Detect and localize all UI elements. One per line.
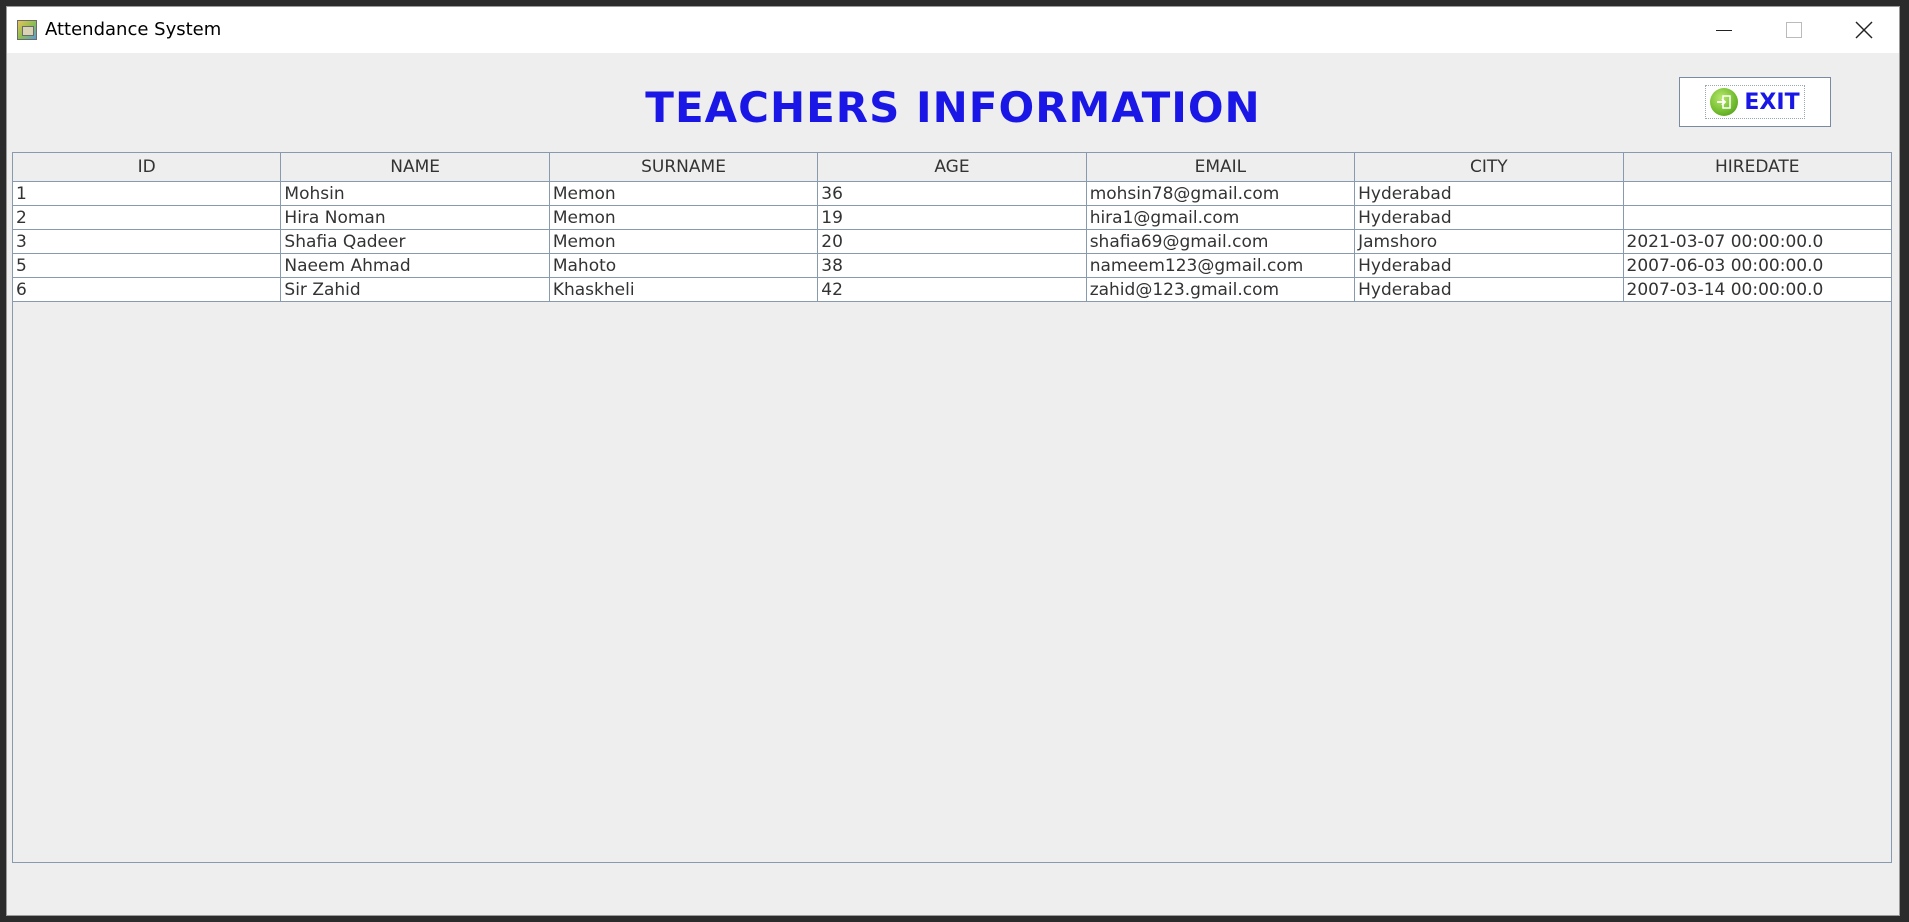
table-cell-city[interactable]: Hyderabad <box>1354 277 1624 302</box>
table-cell-surname[interactable]: Mahoto <box>548 253 819 278</box>
title-bar[interactable]: Attendance System <box>7 7 1899 53</box>
table-cell-id[interactable]: 1 <box>11 181 282 206</box>
exit-label: EXIT <box>1744 89 1800 115</box>
table-cell-hiredate[interactable]: 2007-06-03 00:00:00.0 <box>1622 253 1893 278</box>
column-header-name[interactable]: NAME <box>280 152 550 182</box>
table-cell-city[interactable]: Hyderabad <box>1354 181 1624 206</box>
table-cell-surname[interactable]: Memon <box>548 181 819 206</box>
table-cell-surname[interactable]: Khaskheli <box>548 277 819 302</box>
teachers-table-scrollpane[interactable]: ID NAME SURNAME AGE EMAIL CITY HIREDATE 1 Mohsi… <box>11 152 1893 863</box>
table-cell-email[interactable]: zahid@123.gmail.com <box>1085 277 1356 302</box>
column-header-hiredate[interactable]: HIREDATE <box>1622 152 1893 182</box>
table-cell-name[interactable]: Naeem Ahmad <box>280 253 550 278</box>
maximize-button[interactable] <box>1759 7 1829 53</box>
table-body: 1 Mohsin Memon 36 mohsin78@gmail.com Hyderaba… <box>11 181 1893 302</box>
column-header-id[interactable]: ID <box>11 152 282 182</box>
table-cell-id[interactable]: 5 <box>11 253 282 278</box>
exit-button[interactable]: EXIT <box>1679 77 1831 127</box>
teachers-table[interactable]: ID NAME SURNAME AGE EMAIL CITY HIREDATE 1 Mohsi… <box>11 152 1893 302</box>
table-cell-age[interactable]: 36 <box>817 181 1087 206</box>
minimize-button[interactable] <box>1689 7 1759 53</box>
table-cell-age[interactable]: 19 <box>817 205 1087 230</box>
table-cell-hiredate[interactable]: 2007-03-14 00:00:00.0 <box>1622 277 1893 302</box>
table-row[interactable]: 3 Shafia Qadeer Memon 20 shafia69@gmail.com J… <box>11 229 1893 254</box>
table-cell-hiredate[interactable] <box>1622 205 1893 230</box>
table-header-row: ID NAME SURNAME AGE EMAIL CITY HIREDATE <box>11 152 1893 182</box>
table-row[interactable]: 1 Mohsin Memon 36 mohsin78@gmail.com Hyderaba… <box>11 181 1893 206</box>
table-cell-email[interactable]: mohsin78@gmail.com <box>1085 181 1356 206</box>
close-button[interactable] <box>1829 7 1899 53</box>
table-cell-hiredate[interactable]: 2021-03-07 00:00:00.0 <box>1622 229 1893 254</box>
table-cell-city[interactable]: Hyderabad <box>1354 205 1624 230</box>
exit-door-icon <box>1710 88 1739 116</box>
table-cell-hiredate[interactable] <box>1622 181 1893 206</box>
table-cell-email[interactable]: shafia69@gmail.com <box>1085 229 1356 254</box>
table-cell-age[interactable]: 20 <box>817 229 1087 254</box>
maximize-icon <box>1786 22 1802 38</box>
app-icon <box>17 20 37 40</box>
column-header-city[interactable]: CITY <box>1354 152 1624 182</box>
column-header-age[interactable]: AGE <box>817 152 1087 182</box>
table-cell-city[interactable]: Hyderabad <box>1354 253 1624 278</box>
table-cell-name[interactable]: Hira Noman <box>280 205 550 230</box>
table-cell-city[interactable]: Jamshoro <box>1354 229 1624 254</box>
table-cell-age[interactable]: 42 <box>817 277 1087 302</box>
table-cell-surname[interactable]: Memon <box>548 205 819 230</box>
table-cell-id[interactable]: 2 <box>11 205 282 230</box>
table-row[interactable]: 2 Hira Noman Memon 19 hira1@gmail.com Hyderab… <box>11 205 1893 230</box>
table-cell-email[interactable]: hira1@gmail.com <box>1085 205 1356 230</box>
page-title: TEACHERS INFORMATION <box>645 83 1261 132</box>
table-cell-id[interactable]: 3 <box>11 229 282 254</box>
table-cell-email[interactable]: nameem123@gmail.com <box>1085 253 1356 278</box>
exit-button-content: EXIT <box>1705 85 1805 119</box>
minimize-icon <box>1716 29 1732 31</box>
column-header-surname[interactable]: SURNAME <box>548 152 819 182</box>
table-row[interactable]: 5 Naeem Ahmad Mahoto 38 nameem123@gmail.com H… <box>11 253 1893 278</box>
window-title: Attendance System <box>45 19 222 40</box>
table-row[interactable]: 6 Sir Zahid Khaskheli 42 zahid@123.gmail.com… <box>11 277 1893 302</box>
app-window: Attendance System TEACHERS INFORMATION E… <box>6 6 1900 916</box>
table-cell-age[interactable]: 38 <box>817 253 1087 278</box>
column-header-email[interactable]: EMAIL <box>1085 152 1356 182</box>
close-icon <box>1855 21 1873 39</box>
table-cell-name[interactable]: Shafia Qadeer <box>280 229 550 254</box>
table-cell-name[interactable]: Sir Zahid <box>280 277 550 302</box>
table-cell-id[interactable]: 6 <box>11 277 282 302</box>
table-cell-surname[interactable]: Memon <box>548 229 819 254</box>
table-cell-name[interactable]: Mohsin <box>280 181 550 206</box>
